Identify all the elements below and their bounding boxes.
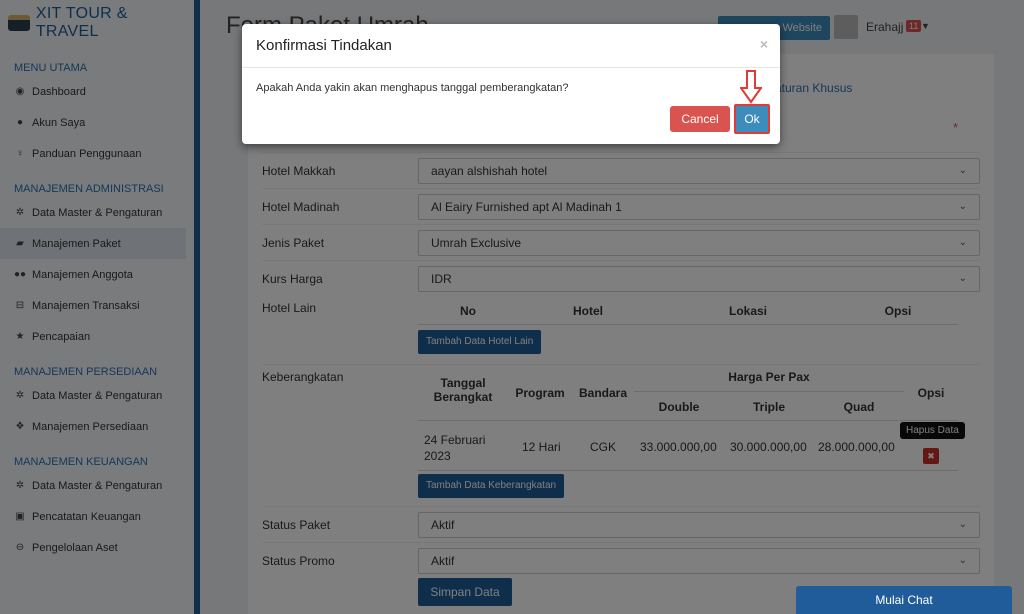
close-icon[interactable]: × bbox=[760, 36, 768, 52]
modal-message: Apakah Anda yakin akan menghapus tanggal… bbox=[256, 82, 569, 94]
confirm-modal: Konfirmasi Tindakan × Apakah Anda yakin … bbox=[242, 24, 780, 144]
chat-button[interactable]: Mulai Chat bbox=[796, 586, 1012, 614]
arrow-down-icon bbox=[740, 70, 762, 104]
ok-button[interactable]: Ok bbox=[734, 104, 770, 134]
modal-header: Konfirmasi Tindakan bbox=[242, 24, 780, 68]
cancel-button[interactable]: Cancel bbox=[670, 106, 730, 132]
modal-title: Konfirmasi Tindakan bbox=[256, 37, 392, 54]
